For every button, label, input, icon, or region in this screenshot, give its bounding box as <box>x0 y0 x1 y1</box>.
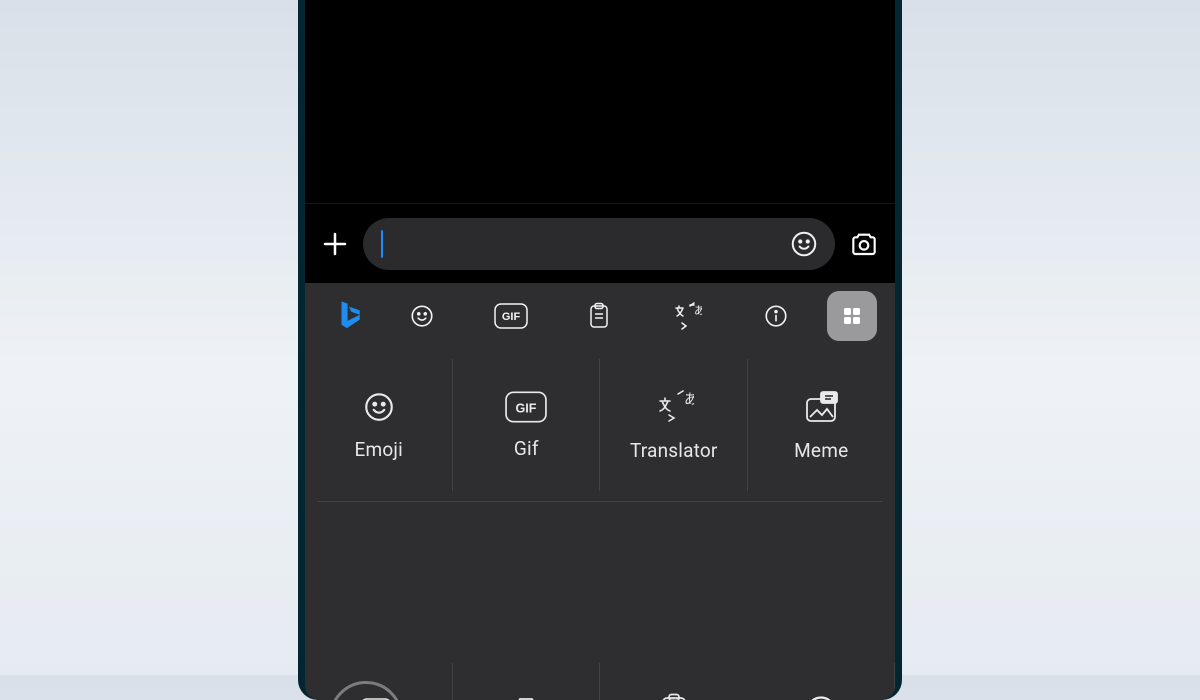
keyboard-panel: GIF あ <box>305 283 895 700</box>
svg-text:あ: あ <box>694 304 702 317</box>
meme-icon <box>801 389 841 425</box>
info-icon <box>763 303 789 329</box>
keyboard-tab-row: GIF あ <box>305 283 895 349</box>
tab-info[interactable] <box>733 292 819 340</box>
tab-translator[interactable]: あ <box>644 292 730 340</box>
add-button[interactable] <box>313 222 357 266</box>
svg-text:あ: あ <box>684 391 694 407</box>
tab-clipboard[interactable] <box>556 292 642 340</box>
tab-grid-menu[interactable] <box>827 291 877 341</box>
grid-divider <box>317 501 883 502</box>
grid-stickers[interactable]: Stickers <box>305 653 453 700</box>
phone-screen: GIF あ <box>305 0 895 700</box>
text-caret <box>381 230 383 258</box>
grid-clipboard[interactable]: Clipboard <box>600 653 748 700</box>
grid-emoji[interactable]: Emoji <box>305 349 453 501</box>
translate-icon: あ <box>672 302 702 330</box>
translate-icon: あ <box>654 389 694 425</box>
grid-gif[interactable]: GIF Gif <box>453 349 601 501</box>
app-content-area <box>305 0 895 215</box>
grid-emoji-label: Emoji <box>355 438 403 461</box>
smile-icon <box>789 229 819 259</box>
grid-icon <box>840 304 864 328</box>
plus-icon <box>320 229 350 259</box>
tab-gif[interactable]: GIF <box>467 292 553 340</box>
tab-emoji[interactable] <box>379 292 465 340</box>
input-camera-button[interactable] <box>841 221 887 267</box>
clipboard-icon <box>658 692 690 700</box>
bing-icon <box>335 299 365 333</box>
clipboard-icon <box>587 302 611 330</box>
feature-grid: Emoji GIF Gif あ Translat <box>305 349 895 700</box>
sticker-icon <box>361 693 397 700</box>
message-input[interactable] <box>363 218 835 270</box>
grid-gif-label: Gif <box>514 437 539 460</box>
bing-button[interactable] <box>323 292 377 340</box>
phone-shell: GIF あ <box>298 0 902 700</box>
smile-icon <box>362 390 396 424</box>
camera-icon <box>506 694 546 700</box>
info-icon <box>804 694 838 700</box>
smile-icon <box>409 303 435 329</box>
svg-text:GIF: GIF <box>516 401 537 415</box>
message-input-bar <box>305 203 895 283</box>
grid-meme[interactable]: Meme <box>748 349 896 501</box>
grid-translator[interactable]: あ Translator <box>600 349 748 501</box>
svg-text:GIF: GIF <box>501 311 520 323</box>
grid-camera[interactable]: Camera <box>453 653 601 700</box>
camera-icon <box>848 228 880 260</box>
emoji-button-in-input[interactable] <box>789 229 819 259</box>
grid-messages[interactable]: Messages <box>748 653 896 700</box>
gif-icon: GIF <box>505 391 547 423</box>
gif-icon: GIF <box>494 303 528 329</box>
grid-meme-label: Meme <box>794 439 848 462</box>
grid-translator-label: Translator <box>630 439 718 462</box>
